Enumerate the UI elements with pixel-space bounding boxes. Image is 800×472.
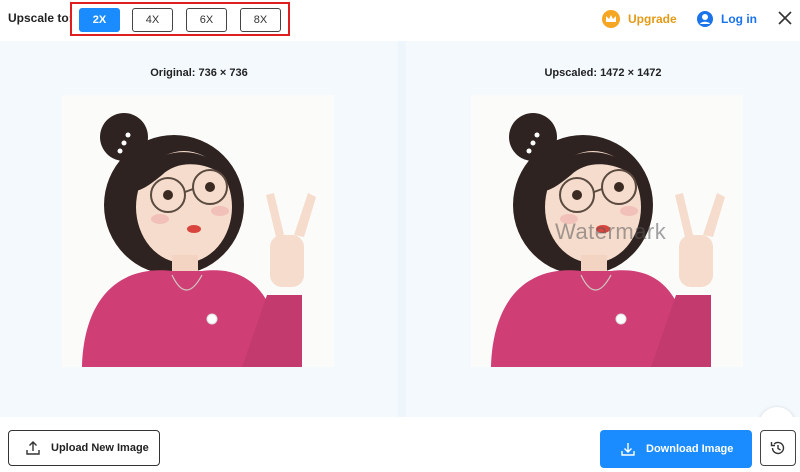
close-icon[interactable] xyxy=(777,10,793,26)
user-icon xyxy=(697,11,713,27)
upgrade-button[interactable]: Upgrade xyxy=(602,9,677,29)
download-icon xyxy=(621,443,635,456)
original-panel: Original: 736 × 736 xyxy=(0,41,398,417)
upscaled-panel: Upscaled: 1472 × 1472 Watermark xyxy=(406,41,800,417)
upload-label: Upload New Image xyxy=(51,442,149,454)
watermark-text: Watermark xyxy=(555,219,667,244)
upgrade-label: Upgrade xyxy=(628,12,677,26)
upload-new-image-button[interactable]: Upload New Image xyxy=(8,430,160,466)
crown-icon xyxy=(602,10,620,28)
upscale-label: Upscale to: xyxy=(8,11,73,25)
upscaled-image: Watermark xyxy=(471,95,743,367)
scale-4x-button[interactable]: 4X xyxy=(132,8,173,32)
scale-6x-button[interactable]: 6X xyxy=(186,8,227,32)
original-title: Original: 736 × 736 xyxy=(150,67,248,79)
history-icon xyxy=(770,441,785,455)
scale-8x-button[interactable]: 8X xyxy=(240,8,281,32)
history-button[interactable] xyxy=(760,430,796,466)
scale-options-group: 2X 4X 6X 8X xyxy=(70,2,290,36)
download-label: Download Image xyxy=(646,443,734,455)
download-image-button[interactable]: Download Image xyxy=(600,430,752,468)
login-label: Log in xyxy=(721,12,757,26)
comparison-area: Original: 736 × 736 Upscaled: 1472 × 147… xyxy=(0,41,800,443)
scale-2x-button[interactable]: 2X xyxy=(79,8,120,32)
login-button[interactable]: Log in xyxy=(697,9,757,29)
upscaled-title: Upscaled: 1472 × 1472 xyxy=(544,67,662,79)
upload-icon xyxy=(26,441,40,455)
original-image xyxy=(62,95,334,367)
bottom-toolbar: Upload New Image Download Image xyxy=(0,417,800,472)
top-toolbar: Upscale to: 2X 4X 6X 8X Upgrade Log in xyxy=(0,0,800,40)
